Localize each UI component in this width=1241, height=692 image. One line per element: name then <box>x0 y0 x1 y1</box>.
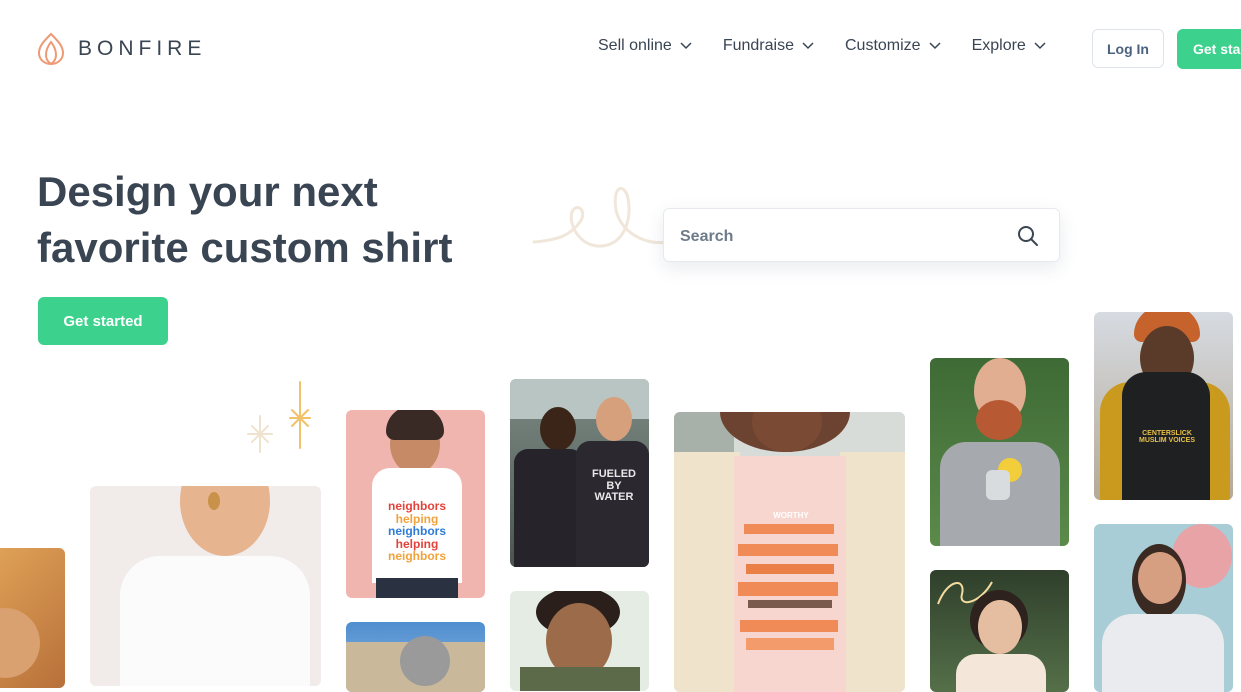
gallery-photo[interactable] <box>510 591 649 691</box>
hero-title-line1: Design your next <box>37 168 378 215</box>
nav-item-label: Fundraise <box>722 37 794 54</box>
chevron-down-icon <box>929 42 941 50</box>
nav-item-label: Sell online <box>598 37 672 54</box>
main-nav: Sell online Fundraise Customize Explore <box>598 37 1077 55</box>
nav-item-label: Customize <box>844 37 921 54</box>
chevron-down-icon <box>1034 42 1046 50</box>
gallery-photo[interactable] <box>930 358 1069 546</box>
brand-logo[interactable]: BONFIRE <box>36 32 206 66</box>
shirt-print: CENTERSLICK MUSLIM VOICES <box>1138 430 1195 445</box>
hero-title: Design your next favorite custom shirt <box>37 164 507 276</box>
login-button[interactable]: Log In <box>1092 29 1164 68</box>
chevron-down-icon <box>680 42 692 50</box>
gallery-photo[interactable] <box>0 548 65 688</box>
search-input[interactable] <box>678 223 1002 251</box>
brand-name: BONFIRE <box>78 37 207 60</box>
hero-title-line2: favorite custom shirt <box>37 224 453 271</box>
shirt-print: WORTHY <box>773 511 809 520</box>
gallery-photo[interactable] <box>346 622 485 692</box>
gallery-photo[interactable] <box>90 486 321 686</box>
nav-item-label: Explore <box>971 37 1026 54</box>
site-header: BONFIRE Sell online Fundraise Customize … <box>0 0 1241 96</box>
hero-get-started-button[interactable]: Get started <box>38 297 168 345</box>
decorative-squiggle <box>532 186 672 248</box>
gallery-photo[interactable]: FUELED BY WATER <box>510 379 649 567</box>
gallery-photo[interactable]: WORTHY <box>674 412 905 692</box>
shirt-print: neighbors helping neighbors helping neig… <box>387 499 446 564</box>
shirt-print: FUELED BY WATER <box>592 468 636 504</box>
header-get-started-button[interactable]: Get started <box>1177 29 1241 69</box>
flame-leaf-icon <box>37 32 65 66</box>
gallery-photo[interactable] <box>1094 524 1233 692</box>
nav-explore[interactable]: Explore <box>972 37 1046 55</box>
search-box <box>663 208 1060 262</box>
gallery-photo[interactable]: neighbors helping neighbors helping neig… <box>346 410 485 598</box>
search-icon[interactable] <box>1017 225 1039 247</box>
gallery-photo[interactable]: CENTERSLICK MUSLIM VOICES <box>1094 312 1233 500</box>
sparkle-icon <box>247 381 311 453</box>
nav-sell-online[interactable]: Sell online <box>598 37 692 55</box>
nav-fundraise[interactable]: Fundraise <box>723 37 814 55</box>
gallery-photo[interactable] <box>930 570 1069 692</box>
chevron-down-icon <box>802 42 814 50</box>
nav-customize[interactable]: Customize <box>845 37 941 55</box>
